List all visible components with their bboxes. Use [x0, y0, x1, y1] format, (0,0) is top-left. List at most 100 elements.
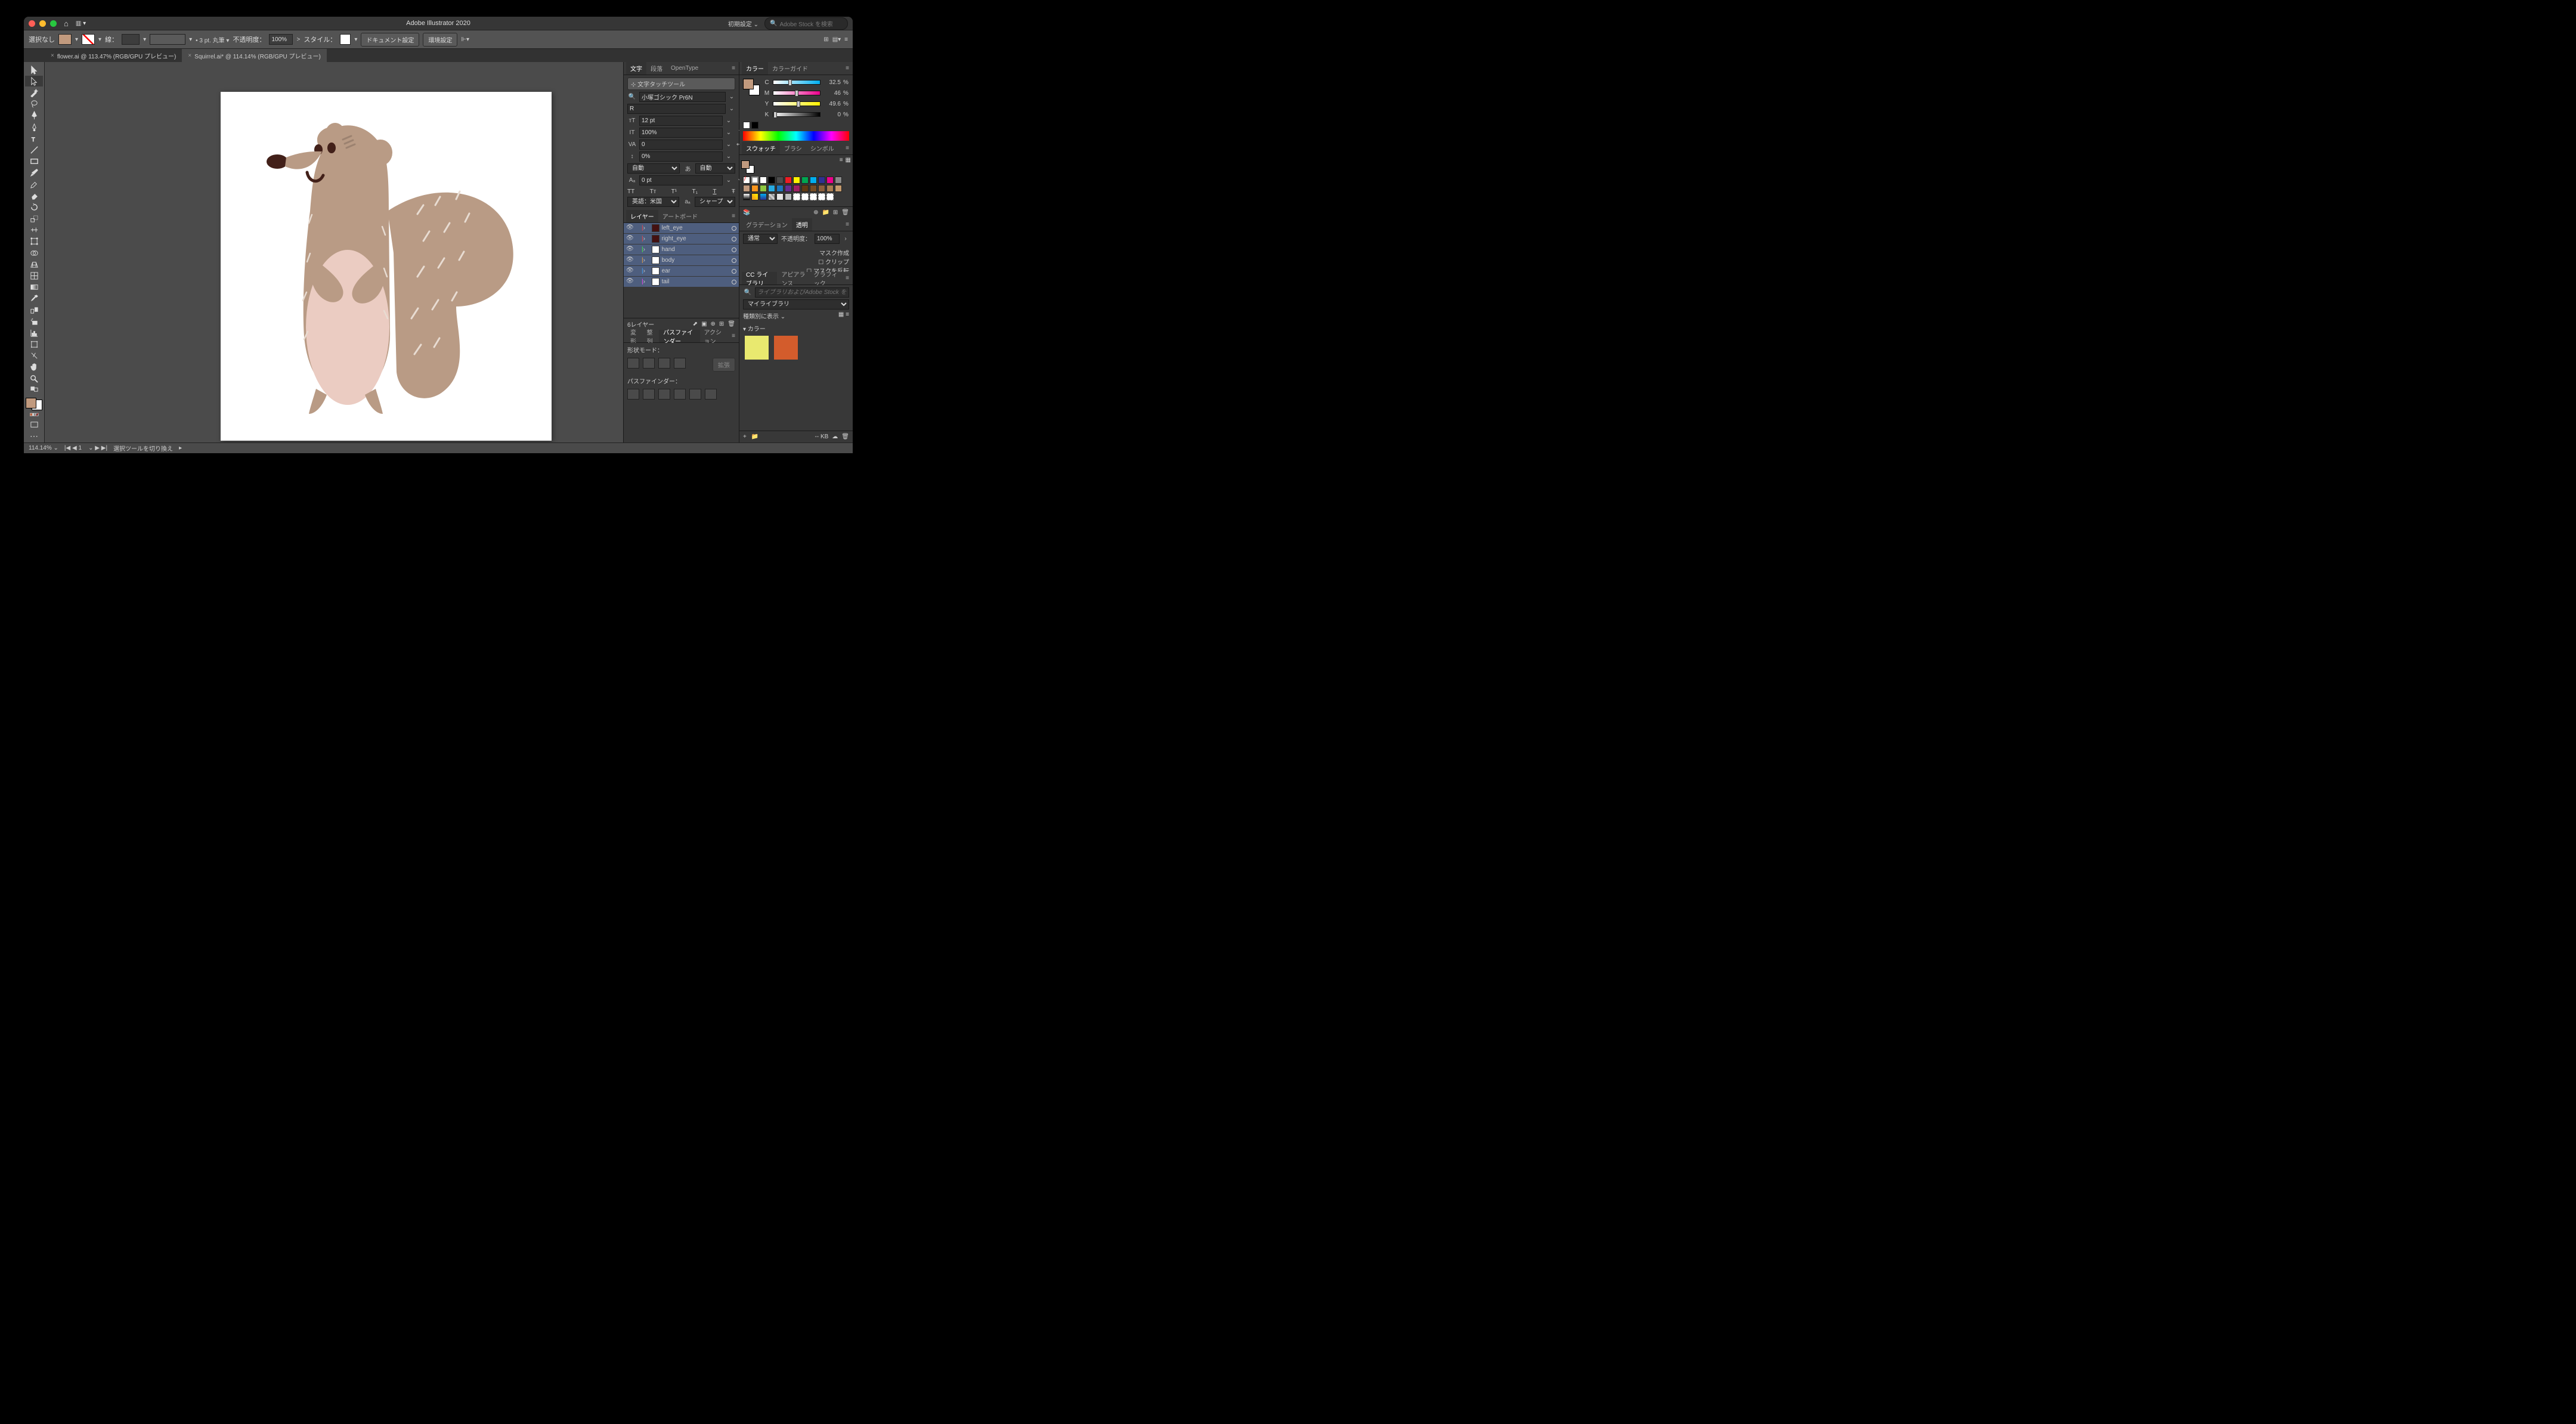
merge-icon[interactable] [658, 389, 670, 400]
tab-align[interactable]: 整列 [643, 330, 660, 342]
color-mode-icons[interactable] [25, 410, 43, 419]
stock-search[interactable]: 🔍 Adobe Stock を検索 [764, 17, 848, 30]
crop-icon[interactable] [674, 389, 686, 400]
panel-menu-icon[interactable]: ≡ [844, 36, 848, 43]
zoom-level[interactable]: 114.14% ⌄ [29, 445, 58, 451]
exclude-icon[interactable] [674, 358, 686, 369]
tab-flower[interactable]: ×flower.ai @ 113.47% (RGB/GPU プレビュー) [45, 49, 182, 62]
curvature-tool[interactable] [25, 122, 43, 132]
brush-preset[interactable]: • 3 pt. 丸筆 ▾ [196, 35, 229, 44]
lang-select[interactable]: 英語：米国 [627, 197, 679, 207]
close-window[interactable] [29, 20, 35, 27]
tab-actions[interactable]: アクション [700, 330, 729, 342]
layer-row[interactable]: 👁|›right_eye [624, 234, 739, 244]
panel-menu-icon[interactable]: ≡ [728, 330, 739, 342]
tab-paragraph[interactable]: 段落 [646, 62, 667, 75]
screen-mode[interactable] [25, 419, 43, 430]
touch-type-button[interactable]: ⊹ 文字タッチツール [627, 78, 735, 90]
tt-small[interactable]: Tт [650, 188, 657, 195]
panel-menu-icon[interactable]: ≡ [728, 62, 739, 75]
lib-color-orange[interactable] [774, 336, 798, 360]
auto1-select[interactable]: 自動 [627, 163, 680, 174]
artboard-nav[interactable]: |◀ ◀ 1 ⌄ ▶ ▶| [64, 445, 107, 451]
close-tab-icon[interactable]: × [51, 52, 54, 59]
baseline-input[interactable] [639, 151, 723, 162]
tab-swatches[interactable]: スウォッチ [742, 142, 780, 154]
lib-color-yellow[interactable] [745, 336, 769, 360]
paintbrush-tool[interactable] [25, 168, 43, 178]
stroke-swatch[interactable] [82, 34, 95, 45]
tt-caps[interactable]: TT [627, 188, 634, 195]
tab-gradient[interactable]: グラデーション [742, 218, 792, 231]
tab-color[interactable]: カラー [742, 62, 768, 75]
clip-icon[interactable]: ▣ [701, 321, 707, 327]
visibility-icon[interactable]: 👁 [626, 256, 634, 265]
tab-pathfinder[interactable]: パスファインダー [659, 330, 699, 342]
antialias-select[interactable]: シャープ [695, 197, 735, 207]
hand-tool[interactable] [25, 362, 43, 373]
fill-stroke-color[interactable] [26, 398, 42, 410]
preferences-button[interactable]: 環境設定 [423, 33, 457, 47]
panel-menu-icon[interactable]: ≡ [728, 210, 739, 222]
toggle-fill-stroke[interactable] [25, 385, 43, 394]
minus-front-icon[interactable] [643, 358, 655, 369]
essentials-icon[interactable]: ▤▾ [832, 36, 841, 43]
layer-row[interactable]: 👁|›body [624, 255, 739, 265]
mesh-tool[interactable] [25, 270, 43, 281]
stroke-weight-input[interactable] [122, 34, 140, 45]
opacity-input[interactable] [269, 34, 293, 45]
view-mode[interactable]: 種類別に表示 ⌄ [743, 311, 785, 320]
superscript[interactable]: T¹ [671, 188, 677, 195]
opacity-input[interactable] [815, 234, 840, 244]
intersect-icon[interactable] [658, 358, 670, 369]
zoom-tool[interactable] [25, 373, 43, 384]
workspace-switcher[interactable]: 初期設定 ⌄ [728, 19, 758, 28]
blend-tool[interactable] [25, 305, 43, 315]
line-tool[interactable] [25, 144, 43, 155]
locate-icon[interactable]: ⬈ [693, 321, 698, 327]
strike[interactable]: Ŧ [732, 188, 735, 195]
rotate-tool[interactable] [25, 202, 43, 212]
fill-swatch[interactable] [58, 34, 72, 45]
lasso-tool[interactable] [25, 99, 43, 110]
aki-input[interactable] [639, 175, 723, 185]
new-sublayer-icon[interactable]: ⊕ [711, 321, 716, 327]
tab-transparency[interactable]: 透明 [792, 218, 812, 231]
list-icon[interactable]: ≡ [846, 311, 849, 318]
home-icon[interactable]: ⌂ [64, 19, 69, 28]
type-tool[interactable]: T [25, 133, 43, 144]
maximize-window[interactable] [50, 20, 57, 27]
font-style-input[interactable] [627, 104, 726, 114]
slice-tool[interactable] [25, 351, 43, 361]
font-family-input[interactable] [639, 92, 726, 102]
black-swatch[interactable] [751, 122, 758, 129]
visibility-icon[interactable]: 👁 [626, 278, 634, 286]
artboard[interactable] [221, 92, 552, 441]
shape-builder-tool[interactable] [25, 247, 43, 258]
subscript[interactable]: T₁ [692, 188, 698, 195]
underline[interactable]: T [713, 188, 716, 195]
rectangle-tool[interactable] [25, 156, 43, 167]
stroke-profile[interactable] [150, 34, 185, 45]
blend-mode-select[interactable]: 通常 [743, 234, 778, 244]
layer-row[interactable]: 👁|›hand [624, 244, 739, 255]
close-tab-icon[interactable]: × [188, 52, 191, 59]
cloud-icon[interactable]: ☁ [832, 434, 838, 440]
layer-row[interactable]: 👁|›left_eye [624, 223, 739, 233]
auto2-select[interactable]: 自動 [695, 163, 736, 174]
add-content-icon[interactable]: + [743, 434, 747, 440]
swatch-lib-icon[interactable]: 📚 [743, 209, 750, 216]
vscale-input[interactable] [639, 128, 723, 138]
tab-symbols[interactable]: シンボル [806, 142, 838, 154]
layer-row[interactable]: 👁|›ear [624, 266, 739, 276]
panel-menu-icon[interactable]: ≡ [842, 218, 853, 231]
layer-row[interactable]: 👁|›tail [624, 277, 739, 287]
tab-layers[interactable]: レイヤー [626, 210, 658, 222]
grid-view-icon[interactable]: ▦ [846, 157, 851, 174]
lib-search-input[interactable] [755, 287, 849, 298]
panel-menu-icon[interactable]: ≡ [842, 272, 853, 284]
arrange-icon[interactable]: ▥ ▾ [76, 20, 86, 27]
grid-icon[interactable]: ▦ [838, 311, 844, 318]
visibility-icon[interactable]: 👁 [626, 224, 634, 233]
white-swatch[interactable] [743, 122, 750, 129]
